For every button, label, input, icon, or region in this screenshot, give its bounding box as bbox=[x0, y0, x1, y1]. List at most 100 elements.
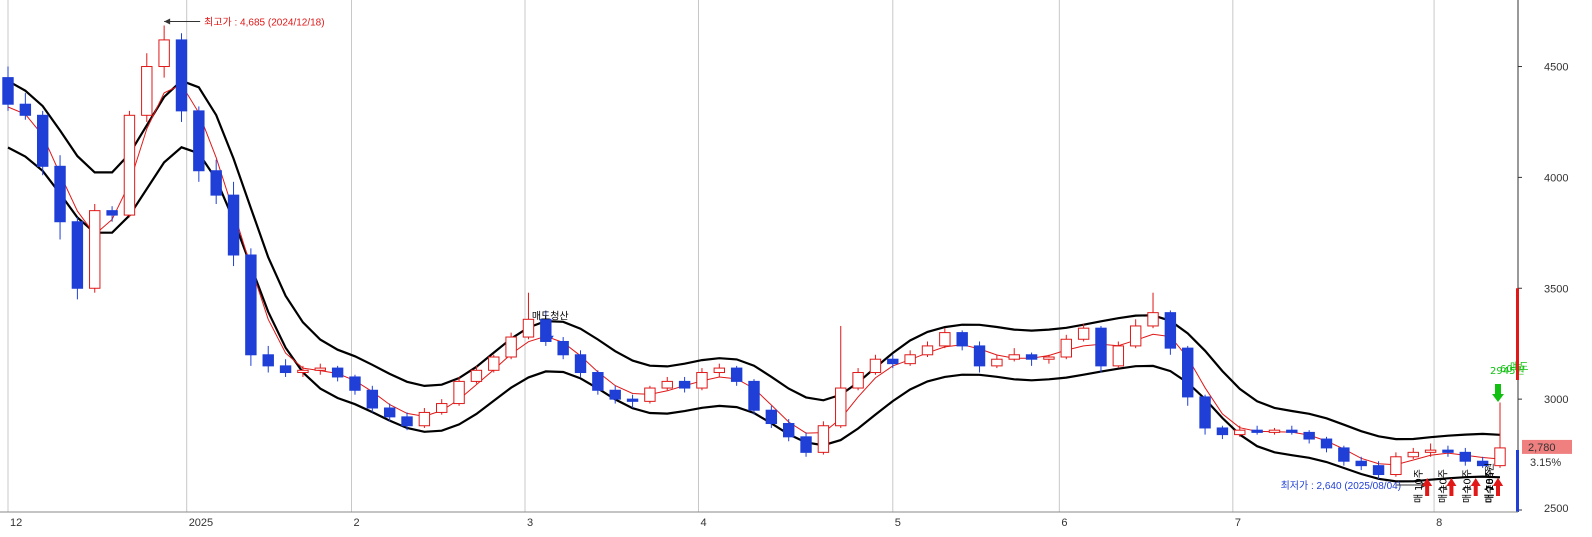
candle-body bbox=[1303, 431, 1315, 440]
candle bbox=[1390, 452, 1402, 477]
stock-chart: 최고가 : 4,685 (2024/12/18) 최저가 : 2,640 (202… bbox=[0, 0, 1572, 529]
candle bbox=[904, 350, 916, 366]
candle bbox=[505, 332, 517, 360]
candle-body bbox=[939, 332, 951, 347]
candle bbox=[19, 93, 32, 120]
candle bbox=[574, 350, 587, 377]
candle bbox=[1060, 334, 1072, 360]
candle bbox=[89, 204, 101, 293]
candle-body bbox=[123, 114, 136, 216]
x-tick-label: 2025 bbox=[189, 517, 213, 529]
last-price-label: 2,780 bbox=[1528, 442, 1556, 454]
candle bbox=[730, 365, 743, 386]
candle bbox=[1320, 436, 1333, 453]
candle-body bbox=[210, 170, 222, 196]
candle-body bbox=[1355, 460, 1367, 467]
candle-body bbox=[678, 380, 691, 389]
signal-text: 매도 bbox=[1510, 361, 1528, 373]
candle-body bbox=[730, 367, 743, 382]
candle-body bbox=[1268, 429, 1281, 433]
candle-body bbox=[869, 358, 882, 374]
candle-body bbox=[1338, 447, 1350, 462]
candle bbox=[366, 385, 379, 413]
candle-body bbox=[956, 332, 968, 347]
candle-body bbox=[574, 354, 587, 374]
price-tick-label: 3000 bbox=[1544, 394, 1568, 406]
candle-body bbox=[488, 356, 500, 371]
candle bbox=[1182, 345, 1194, 406]
candle-body bbox=[227, 194, 240, 256]
candle bbox=[748, 379, 760, 415]
candle-body bbox=[921, 345, 934, 356]
candle-body bbox=[297, 369, 309, 374]
x-tick-label: 3 bbox=[527, 517, 533, 529]
grid-lines bbox=[7, 0, 1435, 512]
candle-body bbox=[245, 254, 257, 356]
candle bbox=[227, 181, 240, 267]
signal-text: 매 bbox=[1413, 494, 1425, 503]
candle-body bbox=[1129, 325, 1142, 347]
candle-body bbox=[696, 372, 708, 389]
candle-body bbox=[1424, 449, 1437, 453]
candle bbox=[644, 385, 656, 404]
candle-body bbox=[1442, 449, 1454, 453]
x-tick-label: 8 bbox=[1436, 517, 1442, 529]
price-tick-label: 2500 bbox=[1544, 503, 1568, 515]
candle bbox=[331, 365, 344, 382]
candle bbox=[36, 110, 49, 176]
candle-body bbox=[89, 210, 101, 289]
candle-body bbox=[1008, 354, 1020, 360]
candle bbox=[1147, 292, 1159, 329]
candle bbox=[488, 354, 500, 373]
candle bbox=[1216, 425, 1229, 440]
candle-body bbox=[1060, 338, 1072, 358]
candle bbox=[314, 363, 326, 375]
signal-text: 10주 bbox=[1414, 469, 1425, 491]
candle-body bbox=[1320, 438, 1333, 449]
candle-body bbox=[991, 358, 1003, 367]
candle bbox=[71, 217, 84, 300]
candle-body bbox=[470, 369, 483, 382]
candle bbox=[106, 206, 118, 222]
candle-body bbox=[36, 114, 49, 167]
candle-body bbox=[418, 411, 431, 427]
candle bbox=[800, 432, 812, 457]
candle bbox=[54, 155, 66, 240]
scale-bar-up bbox=[1516, 288, 1519, 380]
mid-label: 매도청산 bbox=[532, 311, 569, 323]
candle bbox=[1234, 425, 1246, 437]
candle-body bbox=[800, 436, 812, 453]
candle-body bbox=[765, 409, 778, 425]
candle bbox=[210, 159, 222, 204]
candle bbox=[158, 25, 170, 78]
candle-body bbox=[106, 210, 118, 216]
candle bbox=[245, 248, 257, 366]
candle bbox=[782, 419, 795, 442]
candle-body bbox=[453, 380, 465, 405]
price-tick-label: 4000 bbox=[1544, 172, 1568, 184]
candle-body bbox=[262, 354, 274, 367]
buy-signal: 매수10주 bbox=[1484, 469, 1503, 503]
candle-body bbox=[141, 66, 153, 116]
candle bbox=[1112, 341, 1125, 369]
candle-body bbox=[1147, 312, 1159, 327]
candle-body bbox=[557, 340, 569, 356]
buy-signal: 매수10주 bbox=[1437, 469, 1457, 503]
candle-body bbox=[366, 389, 379, 409]
candle-body bbox=[713, 367, 726, 374]
candle-body bbox=[279, 365, 292, 374]
candle-body bbox=[592, 372, 604, 391]
candle bbox=[835, 325, 847, 428]
candle-body bbox=[1407, 451, 1419, 458]
x-tick-label: 6 bbox=[1061, 517, 1067, 529]
candle-body bbox=[817, 425, 830, 453]
candle-body bbox=[1216, 427, 1229, 436]
candle bbox=[1025, 352, 1038, 366]
candle-body bbox=[1286, 429, 1298, 433]
candle-body bbox=[782, 423, 795, 438]
sell-signal: 2945원60주매도 bbox=[1490, 361, 1528, 402]
x-tick-label: 2 bbox=[354, 517, 360, 529]
signal-text: 10주 bbox=[1463, 469, 1474, 491]
candle-body bbox=[626, 398, 639, 402]
candle-body bbox=[175, 39, 188, 112]
